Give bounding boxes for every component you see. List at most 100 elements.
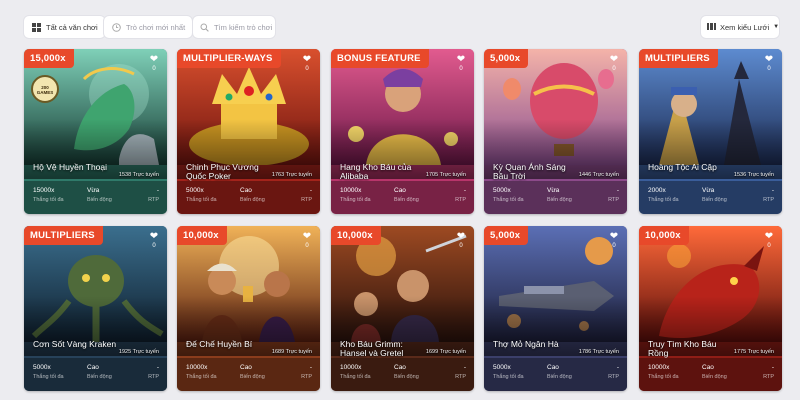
rtp-value: - bbox=[771, 364, 774, 371]
max-win-label: Thắng tối đa bbox=[648, 197, 679, 203]
new-games-filter[interactable]: Trò chơi mới nhất bbox=[104, 16, 193, 38]
heart-icon: ❤ bbox=[302, 231, 312, 242]
max-win-value: 5000x bbox=[493, 187, 511, 194]
favorite-button[interactable]: ❤ 0 bbox=[762, 232, 776, 251]
volatility-value: Cao bbox=[240, 364, 252, 371]
game-stats: 15000x Vừa - Thắng tối đa Biến động RTP bbox=[24, 181, 167, 214]
volatility-label: Biến động bbox=[394, 197, 419, 203]
grid-icon bbox=[31, 22, 41, 32]
online-count: 1763 Trực tuyến bbox=[271, 172, 312, 178]
game-card[interactable]: 5,000x ❤ 0 Kỳ Quan Ánh Sáng Bầu Trời 144… bbox=[484, 49, 627, 214]
rtp-value: - bbox=[616, 187, 619, 194]
rtp-label: RTP bbox=[301, 374, 312, 380]
favorite-button[interactable]: ❤ 0 bbox=[762, 55, 776, 74]
heart-icon: ❤ bbox=[149, 54, 159, 65]
multiplier-badge: BONUS FEATURE bbox=[331, 49, 429, 68]
favorite-button[interactable]: ❤ 0 bbox=[454, 55, 468, 74]
game-stats: 10000x Cao - Thắng tối đa Biến động RTP bbox=[331, 358, 474, 391]
game-card[interactable]: 5,000x ❤ 0 Thợ Mỏ Ngân Hà 1786 Trực tuyế… bbox=[484, 226, 627, 391]
game-card[interactable]: 10,000x ❤ 0 Truy Tìm Kho Báu Rồng 1775 T… bbox=[639, 226, 782, 391]
game-title: Truy Tìm Kho Báu Rồng bbox=[648, 339, 717, 358]
max-win-value: 5000x bbox=[186, 187, 204, 194]
chevron-down-icon: ▼ bbox=[773, 24, 780, 30]
online-count: 1538 Trực tuyến bbox=[118, 172, 159, 178]
favorite-count: 0 bbox=[767, 66, 771, 72]
online-count: 1705 Trực tuyến bbox=[425, 172, 466, 178]
rtp-label: RTP bbox=[301, 197, 312, 203]
max-win-label: Thắng tối đa bbox=[33, 374, 64, 380]
volatility-label: Biến động bbox=[87, 374, 112, 380]
grid-view-icon bbox=[707, 22, 716, 33]
volatility-value: Vừa bbox=[702, 187, 715, 194]
game-stats: 10000x Cao - Thắng tối đa Biến động RTP bbox=[177, 358, 320, 391]
rtp-value: - bbox=[309, 364, 312, 371]
rtp-label: RTP bbox=[455, 197, 466, 203]
multiplier-badge: 5,000x bbox=[484, 226, 529, 245]
game-title: Đế Chế Huyền Bí bbox=[186, 339, 253, 349]
search-placeholder: Tìm kiếm trò chơi bbox=[214, 22, 273, 32]
max-win-value: 10000x bbox=[186, 364, 208, 371]
game-title: Kỳ Quan Ánh Sáng Bầu Trời bbox=[493, 162, 566, 181]
favorite-button[interactable]: ❤ 0 bbox=[147, 55, 161, 74]
max-win-label: Thắng tối đa bbox=[186, 197, 217, 203]
heart-icon: ❤ bbox=[764, 54, 774, 65]
game-stats: 5000x Cao - Thắng tối đa Biến động RTP bbox=[24, 358, 167, 391]
all-games-filter[interactable]: Tất cả văn chơi bbox=[24, 16, 105, 38]
online-count: 1925 Trực tuyến bbox=[118, 349, 159, 355]
favorite-button[interactable]: ❤ 0 bbox=[607, 55, 621, 74]
view-mode-label: Xem kiểu Lưới bbox=[720, 22, 770, 32]
favorite-button[interactable]: ❤ 0 bbox=[300, 232, 314, 251]
favorite-count: 0 bbox=[612, 243, 616, 249]
max-win-value: 5000x bbox=[33, 364, 51, 371]
multiplier-badge: 5,000x bbox=[484, 49, 529, 68]
heart-icon: ❤ bbox=[609, 231, 619, 242]
game-title: Chinh Phục Vương Quốc Poker bbox=[186, 162, 259, 181]
game-card[interactable]: 10,000x ❤ 0 Đế Chế Huyền Bí 1689 Trực tu… bbox=[177, 226, 320, 391]
clock-icon bbox=[111, 22, 121, 32]
game-stats: 10000x Cao - Thắng tối đa Biến động RTP bbox=[331, 181, 474, 214]
multiplier-badge: MULTIPLIERS bbox=[24, 226, 103, 245]
heart-icon: ❤ bbox=[302, 54, 312, 65]
favorite-count: 0 bbox=[612, 66, 616, 72]
view-mode-dropdown[interactable]: Xem kiểu Lưới ▼ bbox=[701, 16, 779, 38]
game-card[interactable]: 200 GAMES 15,000x ❤ 0 Hộ Vệ Huyền Thoại 1… bbox=[24, 49, 167, 214]
volatility-label: Biến động bbox=[240, 374, 265, 380]
game-card[interactable]: BONUS FEATURE ❤ 0 Hang Kho Báu của Aliba… bbox=[331, 49, 474, 214]
max-win-value: 15000x bbox=[33, 187, 55, 194]
game-stats: 5000x Cao - Thắng tối đa Biến động RTP bbox=[177, 181, 320, 214]
game-title: Hoàng Tộc Ai Cập bbox=[648, 162, 717, 172]
multiplier-badge: 10,000x bbox=[331, 226, 381, 245]
volatility-label: Biến động bbox=[702, 197, 727, 203]
volatility-label: Biến động bbox=[547, 197, 572, 203]
volatility-label: Biến động bbox=[240, 197, 265, 203]
favorite-count: 0 bbox=[152, 243, 156, 249]
favorite-button[interactable]: ❤ 0 bbox=[300, 55, 314, 74]
game-card[interactable]: MULTIPLIER-WAYS ❤ 0 Chinh Phục Vương Quố… bbox=[177, 49, 320, 214]
max-win-label: Thắng tối đa bbox=[33, 197, 64, 203]
online-count: 1446 Trực tuyến bbox=[578, 172, 619, 178]
game-card[interactable]: MULTIPLIERS ❤ 0 Cơn Sốt Vàng Kraken 1925… bbox=[24, 226, 167, 391]
online-count: 1775 Trực tuyến bbox=[733, 349, 774, 355]
game-stats: 2000x Vừa - Thắng tối đa Biến động RTP bbox=[639, 181, 782, 214]
favorite-count: 0 bbox=[459, 243, 463, 249]
rtp-label: RTP bbox=[763, 197, 774, 203]
volatility-value: Vừa bbox=[547, 187, 560, 194]
game-card[interactable]: 10,000x ❤ 0 Kho Báu Grimm: Hansel và Gre… bbox=[331, 226, 474, 391]
rtp-value: - bbox=[616, 364, 619, 371]
game-title: Hộ Vệ Huyền Thoại bbox=[33, 162, 108, 172]
favorite-button[interactable]: ❤ 0 bbox=[454, 232, 468, 251]
multiplier-badge: 15,000x bbox=[24, 49, 74, 68]
game-title: Thợ Mỏ Ngân Hà bbox=[493, 339, 559, 349]
heart-icon: ❤ bbox=[456, 54, 466, 65]
game-stats: 5000x Vừa - Thắng tối đa Biến động RTP bbox=[484, 181, 627, 214]
game-stats: 10000x Cao - Thắng tối đa Biến động RTP bbox=[639, 358, 782, 391]
heart-icon: ❤ bbox=[609, 54, 619, 65]
game-card[interactable]: MULTIPLIERS ❤ 0 Hoàng Tộc Ai Cập 1536 Tr… bbox=[639, 49, 782, 214]
volatility-value: Cao bbox=[394, 364, 406, 371]
rtp-value: - bbox=[309, 187, 312, 194]
volatility-value: Cao bbox=[702, 364, 714, 371]
search-input[interactable]: Tìm kiếm trò chơi bbox=[193, 16, 275, 38]
favorite-button[interactable]: ❤ 0 bbox=[607, 232, 621, 251]
max-win-value: 10000x bbox=[340, 364, 362, 371]
favorite-button[interactable]: ❤ 0 bbox=[147, 232, 161, 251]
